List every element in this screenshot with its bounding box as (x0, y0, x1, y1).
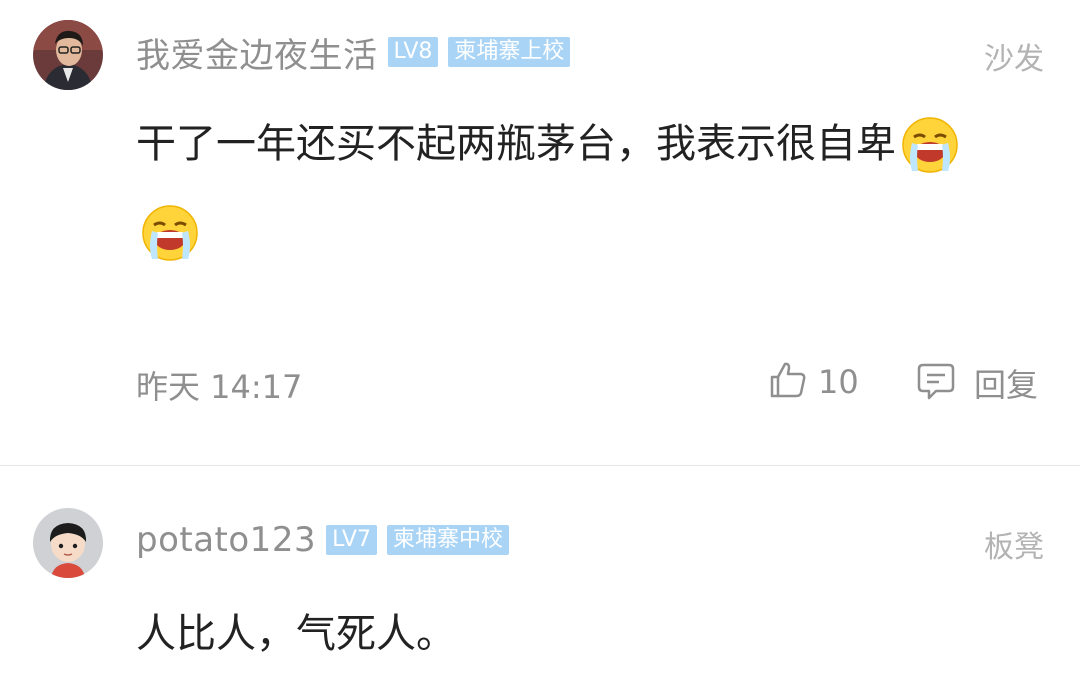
comment-text: 干了一年还买不起两瓶茅台，我表示很自卑 (136, 100, 1016, 276)
username[interactable]: 我爱金边夜生活 (136, 28, 378, 77)
reply-label: 回复 (974, 366, 1039, 404)
comment-timestamp: 昨天 14:17 (136, 368, 303, 406)
comment-body: 人比人，气死人。 (136, 611, 456, 657)
user-avatar[interactable] (33, 508, 103, 578)
like-button[interactable]: 10 (768, 360, 859, 404)
floor-label: 板凳 (984, 530, 1044, 565)
comment-bubble-icon (916, 361, 956, 405)
like-count: 10 (818, 363, 859, 401)
floor-label: 沙发 (984, 42, 1044, 77)
level-badge: LV8 (387, 37, 439, 67)
crying-face-emoji-icon (138, 201, 202, 265)
username[interactable]: potato123 (136, 520, 316, 560)
comment-body: 干了一年还买不起两瓶茅台，我表示很自卑 (136, 121, 896, 167)
crying-face-emoji-icon (898, 113, 962, 177)
level-badge: LV7 (326, 525, 377, 555)
user-info: potato123 LV7 柬埔寨中校 (136, 520, 509, 560)
comment-text: 人比人，气死人。 (136, 590, 1016, 678)
comment-item: 我爱金边夜生活 LV8 柬埔寨上校 沙发 干了一年还买不起两瓶茅台，我表示很自卑… (0, 0, 1080, 465)
thumbs-up-icon (768, 360, 808, 404)
reply-button[interactable]: 回复 (916, 360, 1038, 406)
user-info: 我爱金边夜生活 LV8 柬埔寨上校 (136, 32, 571, 76)
rank-badge: 柬埔寨上校 (448, 37, 571, 67)
user-avatar[interactable] (33, 20, 103, 90)
comment-item: potato123 LV7 柬埔寨中校 人比人，气死人。 (0, 466, 1080, 697)
rank-badge: 柬埔寨中校 (386, 525, 509, 555)
